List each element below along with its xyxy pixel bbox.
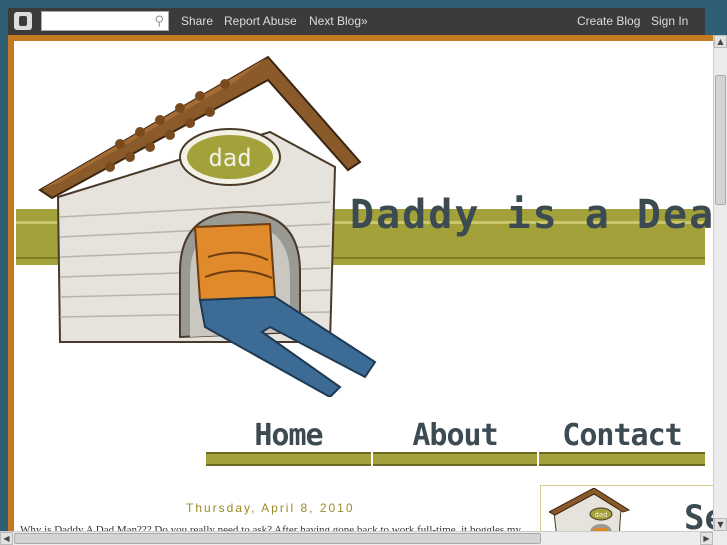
- tab-contact-label: Contact: [562, 418, 682, 453]
- sidebar-widget: dad Se: [540, 485, 716, 537]
- tab-about-label: About: [412, 418, 498, 453]
- vertical-scrollbar[interactable]: ▲ ▼: [713, 35, 727, 531]
- blogger-navbar: ⚲ Share Report Abuse Next Blog» Create B…: [8, 8, 705, 35]
- tab-home-bar: [206, 452, 371, 466]
- doghouse-illustration: dad: [38, 55, 377, 397]
- scroll-up-icon[interactable]: ▲: [714, 35, 727, 48]
- scroll-down-icon[interactable]: ▼: [714, 518, 727, 531]
- horizontal-scrollbar[interactable]: ◀ ▶: [0, 531, 713, 545]
- tab-contact[interactable]: Contact: [539, 418, 705, 466]
- create-blog-link[interactable]: Create Blog: [577, 14, 640, 28]
- sign-in-link[interactable]: Sign In: [651, 14, 688, 28]
- horizontal-scroll-thumb[interactable]: [14, 533, 541, 544]
- scroll-right-icon[interactable]: ▶: [700, 532, 713, 545]
- tab-about-bar: [373, 452, 537, 466]
- sidebar-sign-label: dad: [595, 511, 608, 519]
- scrollbar-corner: [713, 531, 727, 545]
- tab-home[interactable]: Home: [206, 418, 371, 466]
- vertical-scroll-thumb[interactable]: [715, 75, 726, 205]
- blog-title[interactable]: Daddy is a Dea: [350, 192, 715, 238]
- share-link[interactable]: Share: [181, 14, 213, 28]
- doghouse-sign-label: dad: [208, 144, 251, 172]
- next-blog-link[interactable]: Next Blog»: [309, 14, 368, 28]
- blogger-logo-icon[interactable]: [14, 12, 32, 30]
- post-date: Thursday, April 8, 2010: [186, 501, 355, 515]
- sidebar-doghouse-image: dad: [549, 488, 631, 536]
- tab-contact-bar: [539, 452, 705, 466]
- navbar-search-input[interactable]: ⚲: [41, 11, 169, 31]
- tab-home-label: Home: [254, 418, 323, 453]
- tab-about[interactable]: About: [373, 418, 537, 466]
- scroll-left-icon[interactable]: ◀: [0, 532, 13, 545]
- report-abuse-link[interactable]: Report Abuse: [224, 14, 297, 28]
- search-icon[interactable]: ⚲: [154, 14, 164, 29]
